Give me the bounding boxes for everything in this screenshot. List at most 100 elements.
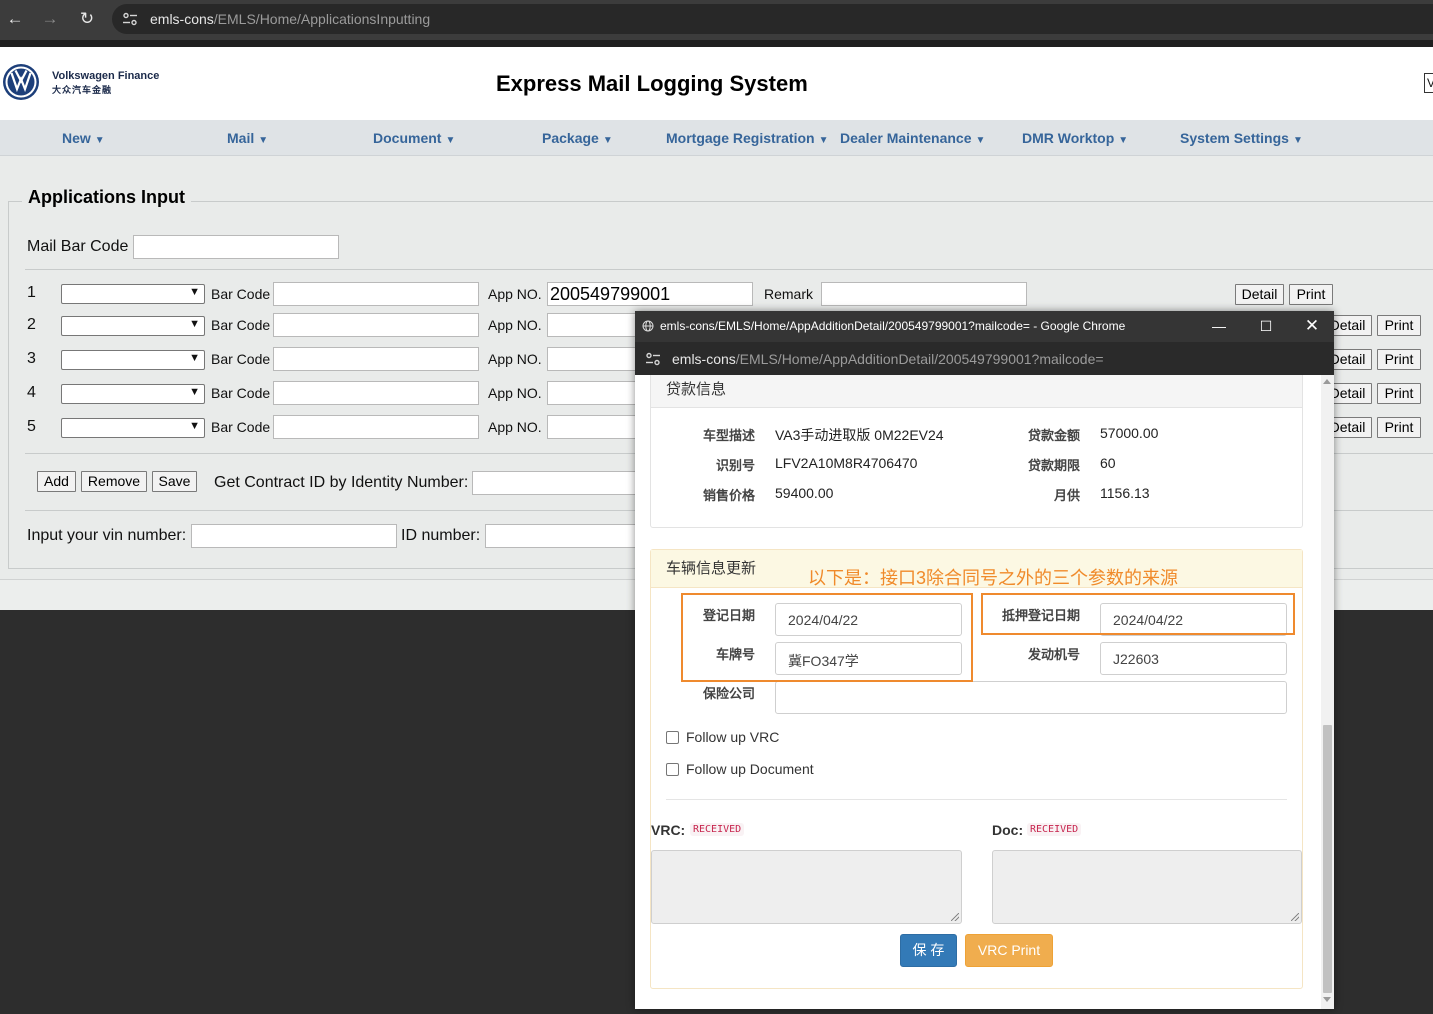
type-select[interactable]: ▼ [61,350,205,370]
vrc-print-button[interactable]: VRC Print [965,934,1053,967]
remove-button[interactable]: Remove [81,471,147,492]
menu-mail[interactable]: Mail ▼ [227,130,268,146]
caret-down-icon: ▼ [975,135,986,146]
scroll-up-arrow-icon[interactable] [1323,379,1331,384]
caret-down-icon: ▼ [1118,135,1129,146]
bar-code-input[interactable] [273,381,479,405]
chevron-down-icon: ▼ [189,386,200,398]
brand-name-cn: 大众汽车金融 [52,85,113,95]
bar-code-label: Bar Code [211,317,271,333]
menu-dmr-worktop[interactable]: DMR Worktop ▼ [1022,130,1128,146]
address-bar[interactable]: emls-cons/EMLS/Home/ApplicationsInputtin… [112,4,1433,34]
print-button[interactable]: Print [1377,315,1421,336]
car-desc-value: VA3手动进取版 0M22EV24 [775,427,944,443]
doc-textarea[interactable] [992,850,1302,924]
caret-down-icon: ▼ [445,135,456,146]
save-cn-button[interactable]: 保 存 [900,934,957,967]
app-no-label: App NO. [488,385,542,401]
popup-address-bar[interactable]: emls-cons/EMLS/Home/AppAdditionDetail/20… [635,342,1334,375]
popup-address-url: emls-cons/EMLS/Home/AppAdditionDetail/20… [672,351,1104,367]
monthly-payment-label: 月供 [1053,488,1080,503]
bar-code-input[interactable] [273,313,479,337]
site-settings-icon[interactable] [122,12,138,26]
follow-up-document-checkbox[interactable] [666,763,679,776]
print-button[interactable]: Print [1289,284,1333,305]
menu-dealer-maintenance[interactable]: Dealer Maintenance ▼ [840,130,985,146]
menu-new[interactable]: New ▼ [62,130,105,146]
print-button[interactable]: Print [1377,349,1421,370]
type-select[interactable]: ▼ [61,316,205,336]
vin-number-input[interactable] [191,524,397,548]
app-no-label: App NO. [488,419,542,435]
loan-term-label: 贷款期限 [1027,458,1080,473]
reload-icon[interactable]: ↻ [77,9,97,29]
annotation-box-right [981,593,1295,635]
minimize-icon[interactable]: — [1209,317,1229,335]
insurer-label: 保险公司 [702,686,755,701]
menu-document[interactable]: Document ▼ [373,130,455,146]
follow-up-vrc-checkbox[interactable] [666,731,679,744]
app-no-label: App NO. [488,351,542,367]
bar-code-input[interactable] [273,282,479,306]
back-arrow-icon[interactable]: ← [5,9,25,29]
scroll-down-arrow-icon[interactable] [1323,997,1331,1002]
resize-handle-icon[interactable] [951,913,959,921]
site-settings-icon[interactable] [645,352,661,366]
maximize-icon[interactable]: ☐ [1256,317,1276,335]
close-icon[interactable]: ✕ [1302,317,1322,335]
vrc-label: VRC: [651,822,686,838]
row-number: 4 [27,384,36,401]
bar-code-input[interactable] [273,347,479,371]
detail-button[interactable]: Detail [1235,284,1284,305]
menu-system-settings[interactable]: System Settings ▼ [1180,130,1303,146]
popup-content: 贷款信息 车型描述 VA3手动进取版 0M22EV24 贷款金额 57000.0… [635,375,1321,1009]
vin-value: LFV2A10M8R4706470 [775,455,918,471]
sale-price-label: 销售价格 [702,488,755,503]
app-no-label: App NO. [488,286,542,302]
caret-down-icon: ▼ [94,135,105,146]
divider [666,799,1287,800]
browser-toolbar: ← → ↻ emls-cons/EMLS/Home/ApplicationsIn… [0,0,1433,40]
vin-label: 识别号 [715,458,755,473]
popup-scrollbar[interactable] [1321,375,1334,1009]
type-select[interactable]: ▼ [61,384,205,404]
chevron-down-icon: ▼ [189,286,200,298]
section-title: Applications Input [22,187,191,208]
popup-window: emls-cons/EMLS/Home/AppAdditionDetail/20… [635,311,1334,1009]
caret-down-icon: ▼ [1292,135,1303,146]
id-number-label: ID number: [401,527,481,544]
vrc-textarea[interactable] [651,850,962,924]
popup-title: emls-cons/EMLS/Home/AppAdditionDetail/20… [660,319,1126,333]
chevron-down-icon: ▼ [189,352,200,364]
contract-by-id-label: Get Contract ID by Identity Number: [214,474,469,491]
mail-bar-code-input[interactable] [133,235,339,259]
menu-mortgage-registration[interactable]: Mortgage Registration ▼ [666,130,828,146]
engine-input[interactable]: J22603 [1100,642,1287,675]
save-button[interactable]: Save [152,471,197,492]
language-select[interactable]: V [1424,73,1433,93]
loan-amount-label: 贷款金额 [1027,428,1080,443]
annotation-box-left [681,593,973,682]
insurer-input[interactable] [775,681,1287,714]
type-select[interactable]: ▼ [61,418,205,438]
follow-up-vrc-label: Follow up VRC [686,729,780,745]
vrc-status-badge: RECEIVED [690,823,745,836]
brand-name: Volkswagen Finance [52,70,160,82]
add-button[interactable]: Add [37,471,76,492]
resize-handle-icon[interactable] [1291,913,1299,921]
app-no-input[interactable]: 200549799001 [547,282,753,306]
print-button[interactable]: Print [1377,383,1421,404]
bar-code-input[interactable] [273,415,479,439]
page-header: Volkswagen Finance 大众汽车金融 Express Mail L… [0,47,1433,120]
row-number: 3 [27,350,36,367]
type-select[interactable]: ▼ [61,284,205,304]
scrollbar-thumb[interactable] [1323,725,1332,993]
print-button[interactable]: Print [1377,417,1421,438]
bar-code-label: Bar Code [211,351,271,367]
caret-down-icon: ▼ [818,135,829,146]
forward-arrow-icon[interactable]: → [40,9,60,29]
car-desc-label: 车型描述 [702,428,755,443]
remark-input[interactable] [821,282,1027,306]
app-no-label: App NO. [488,317,542,333]
menu-package[interactable]: Package ▼ [542,130,613,146]
